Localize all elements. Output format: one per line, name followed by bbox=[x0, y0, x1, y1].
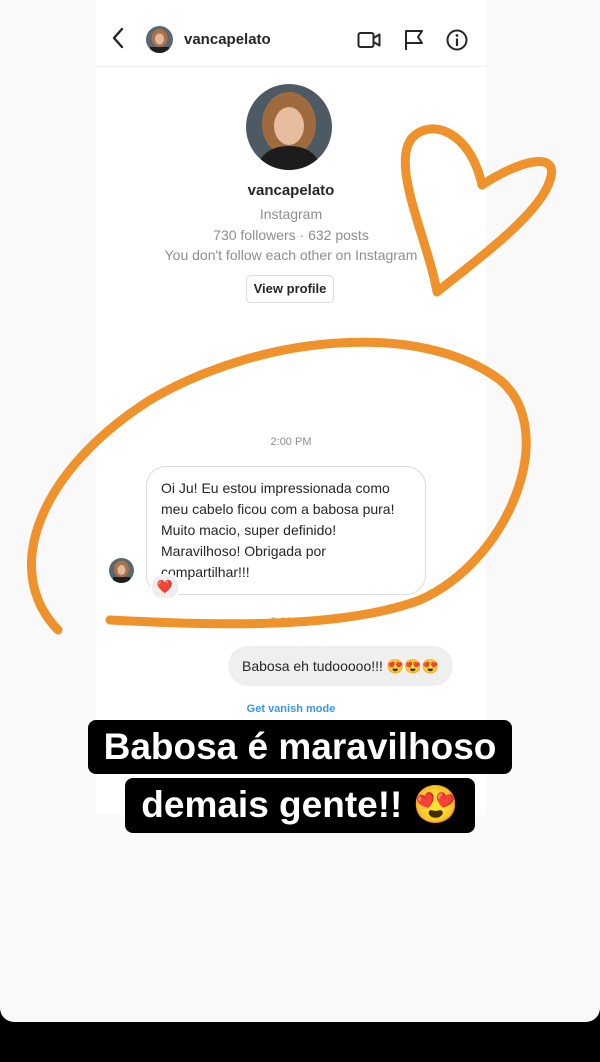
profile-platform: Instagram bbox=[259, 206, 323, 222]
vanish-mode-link[interactable]: Get vanish mode bbox=[96, 703, 486, 715]
header-avatar[interactable] bbox=[146, 26, 173, 53]
heart-icon: ❤️ bbox=[156, 579, 174, 594]
sender-avatar[interactable] bbox=[109, 558, 134, 583]
instagram-dm-screen: vancapelato vancapelato Instagram 730 fo… bbox=[96, 0, 486, 815]
header-username[interactable]: vancapelato bbox=[184, 31, 271, 48]
story-caption-line-1: Babosa é maravilhoso bbox=[0, 720, 600, 774]
outgoing-message-bubble[interactable]: Babosa eh tudooooo!!! 😍😍😍 bbox=[228, 646, 454, 686]
profile-name: vancapelato bbox=[247, 182, 335, 199]
view-profile-button[interactable]: View profile bbox=[246, 275, 334, 303]
heart-reaction[interactable]: ❤️ bbox=[150, 574, 180, 600]
video-call-icon[interactable] bbox=[357, 29, 381, 51]
info-icon[interactable] bbox=[445, 29, 469, 51]
profile-relation: You don't follow each other on Instagram bbox=[164, 247, 418, 263]
story-caption-line-2: demais gente!! 😍 bbox=[0, 778, 600, 833]
message-timestamp: 2:00 PM bbox=[270, 436, 312, 448]
incoming-message-bubble[interactable]: Oi Ju! Eu estou impressionada como meu c… bbox=[146, 466, 426, 595]
message-timestamp-2: 2:00 PM bbox=[270, 616, 312, 628]
story-canvas: vancapelato vancapelato Instagram 730 fo… bbox=[0, 0, 600, 1022]
profile-stats: 730 followers · 632 posts bbox=[213, 227, 369, 243]
profile-avatar[interactable] bbox=[246, 84, 332, 170]
flag-icon[interactable] bbox=[402, 29, 426, 51]
back-arrow-icon[interactable] bbox=[110, 26, 126, 50]
chat-header: vancapelato bbox=[96, 0, 486, 67]
